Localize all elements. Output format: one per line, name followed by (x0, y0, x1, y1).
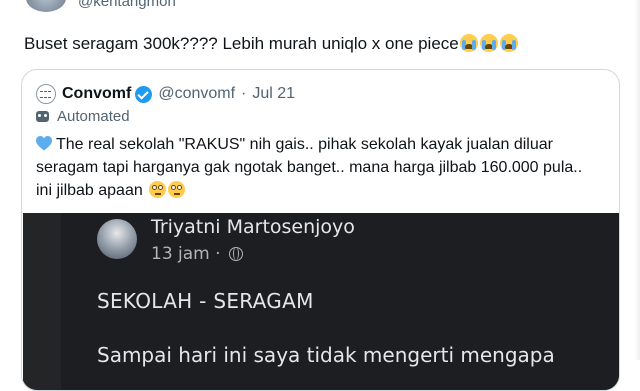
quoted-text-line-3: ini jilbab apaan (36, 182, 143, 199)
globe-icon (228, 247, 243, 261)
eye-roll-emoji-icon (149, 181, 167, 198)
quoted-display-name[interactable]: Convomf (62, 85, 131, 103)
robot-icon (36, 111, 49, 122)
quoted-text-line: ini jilbab apaan (36, 179, 606, 202)
quoted-text-line: seragam tapi harganya gak ngotak banget.… (36, 156, 606, 179)
tweet-text-content: Buset seragam 300k???? Lebih murah uniql… (24, 34, 459, 53)
quoted-text-line-1: The real sekolah "RAKUS" nih gais.. piha… (56, 136, 553, 153)
top-avatar[interactable] (26, 0, 66, 12)
fb-author-name: Triyatni Martosenjoyo (151, 216, 355, 238)
quoted-handle[interactable]: @convomf (158, 85, 235, 103)
automated-label-text: Automated (57, 108, 130, 125)
fb-post-heading: SEKOLAH - SERAGAM (97, 289, 314, 313)
verified-badge-icon (135, 85, 153, 103)
quote-header: Convomf @convomf · Jul 21 (36, 84, 295, 104)
quoted-date[interactable]: Jul 21 (252, 85, 295, 103)
meta-separator: · (241, 85, 247, 102)
quote-tweet-card[interactable]: Convomf @convomf · Jul 21 Automated The … (21, 69, 620, 391)
crying-emoji-group (459, 34, 518, 52)
loudly-crying-emoji-icon (479, 34, 498, 52)
author-handle[interactable]: @kentangmon (78, 0, 176, 10)
eye-roll-emoji-icon (168, 181, 186, 198)
quoted-text: The real sekolah "RAKUS" nih gais.. piha… (36, 133, 606, 202)
loudly-crying-emoji-icon (499, 34, 518, 52)
tweet-text: Buset seragam 300k???? Lebih murah uniql… (24, 33, 518, 55)
right-edge-shadow (634, 0, 640, 360)
fb-timestamp-text: 13 jam · (151, 244, 221, 264)
quoted-text-line: The real sekolah "RAKUS" nih gais.. piha… (36, 133, 606, 156)
quoted-media-image[interactable]: Triyatni Martosenjoyo 13 jam · SEKOLAH -… (23, 213, 619, 390)
automated-label: Automated (36, 108, 130, 125)
fb-timestamp: 13 jam · (151, 244, 243, 264)
loudly-crying-emoji-icon (459, 34, 478, 52)
blue-heart-icon (36, 136, 52, 151)
quoted-text-line-2: seragam tapi harganya gak ngotak banget.… (36, 159, 583, 176)
quoted-avatar[interactable] (36, 84, 56, 104)
facebook-post-screenshot: Triyatni Martosenjoyo 13 jam · SEKOLAH -… (61, 213, 619, 390)
fb-post-body: Sampai hari ini saya tidak mengerti meng… (97, 343, 555, 367)
fb-avatar (97, 219, 137, 259)
